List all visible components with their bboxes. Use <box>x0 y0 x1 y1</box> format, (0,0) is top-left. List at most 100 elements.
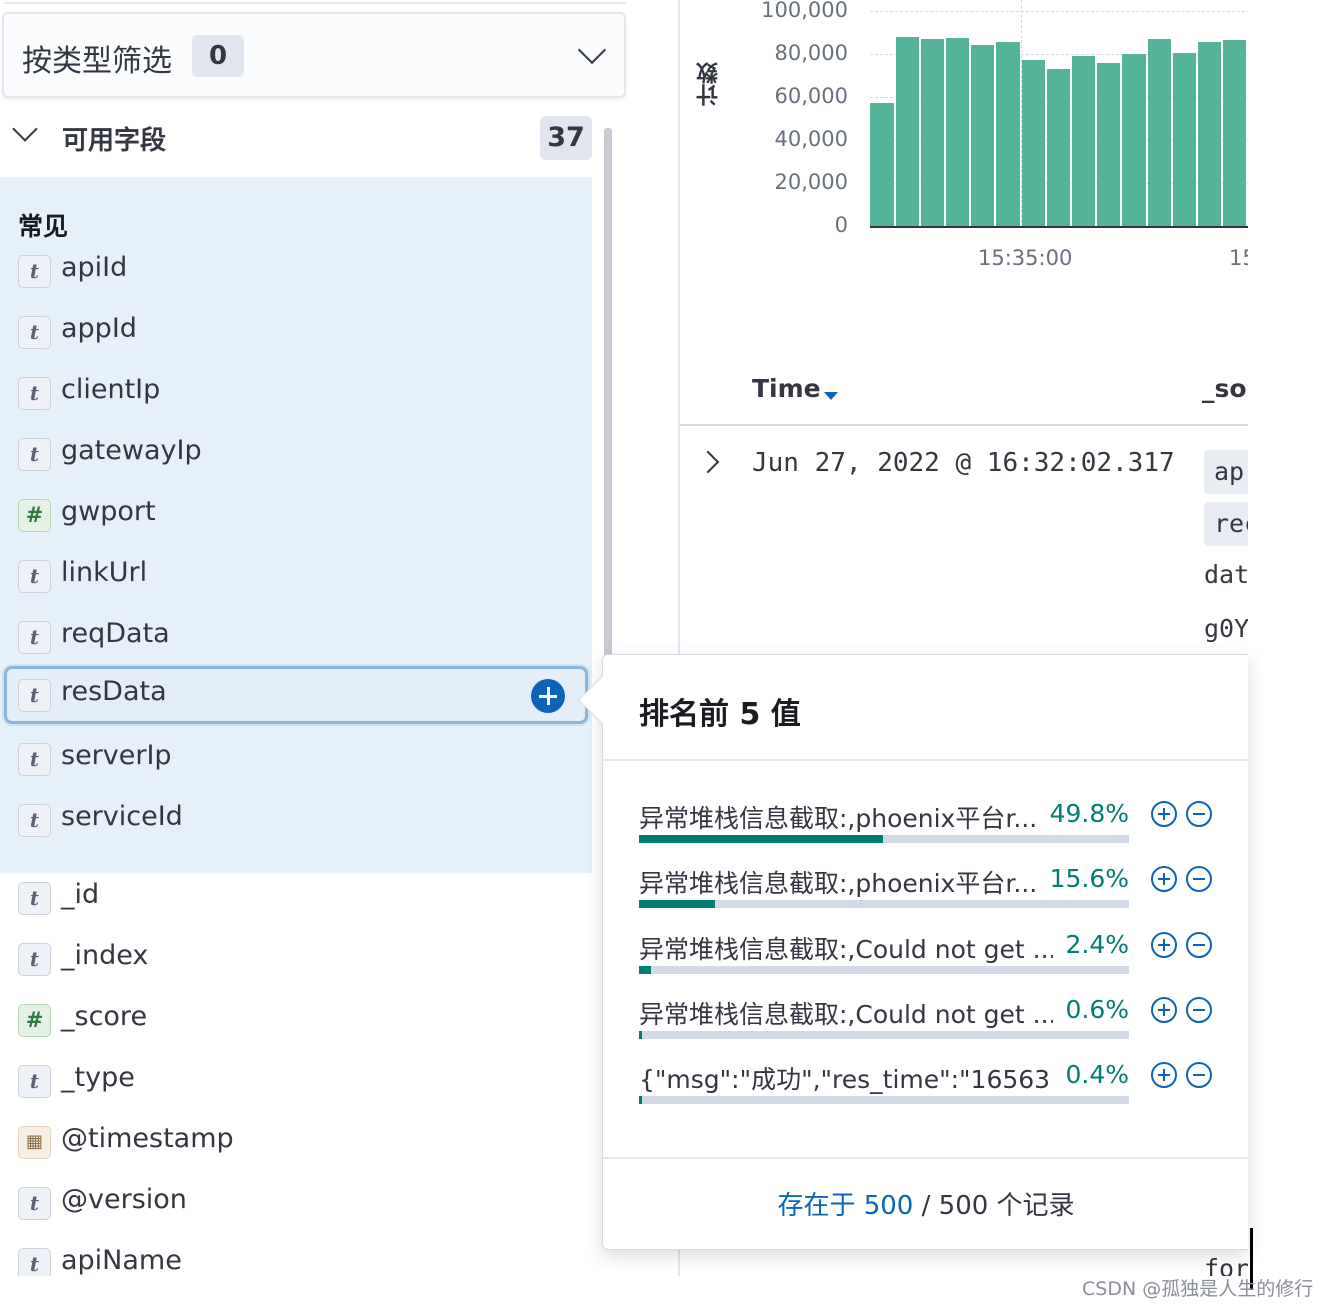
histogram-bar[interactable] <box>1122 54 1146 226</box>
top-value-progress-fill <box>639 900 716 909</box>
histogram-bar[interactable] <box>996 42 1020 226</box>
field-item-resdata[interactable]: t resData <box>4 666 588 724</box>
field-item-apiname[interactable]: t apiName <box>4 1235 588 1276</box>
filter-by-type-dropdown[interactable]: 按类型筛选 0 <box>2 12 626 98</box>
histogram-bar[interactable] <box>895 36 919 226</box>
field-item-timestamp[interactable]: ▦ @timestamp <box>4 1113 588 1171</box>
common-fields-title: 常见 <box>18 212 69 241</box>
top-value-row: 异常堆栈信息截取:,Could not get ... 0.6% <box>639 995 1239 1055</box>
top-value-label: 异常堆栈信息截取:,Could not get ... <box>639 999 1053 1029</box>
filter-out-value-minus-icon[interactable] <box>1186 931 1212 958</box>
y-tick-label: 60,000 <box>774 84 848 108</box>
field-name: _index <box>61 940 149 971</box>
field-name: linkUrl <box>61 557 148 588</box>
y-tick-label: 100,000 <box>761 0 848 22</box>
filter-out-value-minus-icon[interactable] <box>1186 996 1212 1023</box>
number-type-icon: # <box>18 1004 51 1037</box>
exists-in-link[interactable]: 存在于 500 <box>777 1191 913 1221</box>
histogram-bar[interactable] <box>870 103 894 226</box>
filter-for-value-plus-icon[interactable] <box>1151 931 1177 958</box>
filter-for-value-plus-icon[interactable] <box>1151 801 1177 827</box>
top-value-label: 异常堆栈信息截取:,phoenix平台r... <box>639 869 1038 899</box>
field-sidebar: 按类型筛选 0 可用字段 37 常见 t apiId t appId t clientIp… <box>0 0 640 1276</box>
top-value-progress-fill <box>639 1096 642 1105</box>
string-type-icon: t <box>18 560 51 593</box>
top-value-row: {"msg":"成功","res_time":"165631... 0.4% <box>639 1060 1239 1120</box>
field-item-type[interactable]: t _type <box>4 1052 588 1110</box>
field-name: _type <box>61 1062 135 1093</box>
add-column-plus-icon[interactable] <box>531 679 565 713</box>
source-field-text: dat <box>1204 560 1248 589</box>
string-type-icon: t <box>18 943 51 976</box>
histogram-bar[interactable] <box>946 37 970 226</box>
histogram-bar[interactable] <box>920 38 944 226</box>
string-type-icon: t <box>18 1248 51 1276</box>
source-field-text: g0Y <box>1204 614 1248 643</box>
field-item-gatewayip[interactable]: t gatewayIp <box>4 425 588 483</box>
filter-out-value-minus-icon[interactable] <box>1186 1062 1212 1089</box>
filter-out-value-minus-icon[interactable] <box>1186 866 1212 893</box>
top-value-progress-bar <box>639 1030 1129 1039</box>
string-type-icon: t <box>18 882 51 915</box>
gridline <box>870 11 1248 12</box>
histogram-bar[interactable] <box>1172 52 1196 226</box>
y-tick-label: 80,000 <box>774 41 848 65</box>
field-item-score[interactable]: # _score <box>4 991 588 1049</box>
field-item-appid[interactable]: t appId <box>4 303 588 361</box>
string-type-icon: t <box>18 1065 51 1098</box>
field-item-index[interactable]: t _index <box>4 930 588 988</box>
histogram-bar[interactable] <box>1097 62 1121 226</box>
field-item-clientip[interactable]: t clientIp <box>4 364 588 422</box>
field-name: appId <box>61 313 137 344</box>
top-value-label: 异常堆栈信息截取:,Could not get ... <box>639 934 1053 964</box>
histogram-bar[interactable] <box>1046 69 1070 226</box>
y-tick-label: 20,000 <box>774 170 848 194</box>
histogram-bar[interactable] <box>1072 56 1096 226</box>
field-name: apiId <box>61 252 128 283</box>
field-name: serviceId <box>61 801 183 832</box>
document-row-time: Jun 27, 2022 @ 16:32:02.317 <box>752 448 1175 478</box>
histogram-bar[interactable] <box>1198 42 1222 226</box>
field-name: gwport <box>61 496 156 527</box>
field-item-apiid[interactable]: t apiId <box>4 242 588 300</box>
top-value-row: 异常堆栈信息截取:,phoenix平台r... 49.8% <box>639 799 1239 859</box>
sort-desc-icon[interactable] <box>824 392 838 400</box>
histogram-bar[interactable] <box>1021 60 1045 226</box>
chevron-down-icon[interactable] <box>12 116 38 142</box>
field-item-serverip[interactable]: t serverIp <box>4 730 588 788</box>
string-type-icon: t <box>18 255 51 288</box>
filter-for-value-plus-icon[interactable] <box>1151 1062 1177 1089</box>
string-type-icon: t <box>18 1187 51 1220</box>
available-fields-count: 37 <box>540 116 592 160</box>
chevron-right-icon[interactable] <box>696 450 720 474</box>
histogram-bar[interactable] <box>1223 40 1247 226</box>
field-item-serviceid[interactable]: t serviceId <box>4 791 588 849</box>
field-name: apiName <box>61 1245 182 1276</box>
filter-by-type-label: 按类型筛选 <box>22 44 172 79</box>
popover-divider <box>603 759 1249 761</box>
popover-footer: 存在于 500 / 500 个记录 <box>603 1185 1249 1222</box>
sidebar-scrollbar[interactable] <box>604 128 612 668</box>
field-item-id[interactable]: t _id <box>4 869 588 927</box>
string-type-icon: t <box>18 316 51 349</box>
available-fields-header[interactable]: 可用字段 37 <box>0 110 600 166</box>
column-header-time[interactable]: Time <box>752 374 821 403</box>
filter-out-value-minus-icon[interactable] <box>1186 801 1212 827</box>
histogram-bar[interactable] <box>971 45 995 226</box>
top-value-progress-bar <box>639 900 1129 909</box>
field-item-gwport[interactable]: # gwport <box>4 486 588 544</box>
field-name: clientIp <box>61 374 161 405</box>
field-item-linkurl[interactable]: t linkUrl <box>4 547 588 605</box>
filter-for-value-plus-icon[interactable] <box>1151 996 1177 1023</box>
field-details-popover: 排名前 5 值 异常堆栈信息截取:,phoenix平台r... 49.8% 异常堆栈… <box>577 654 1249 1250</box>
x-tick-label: 15 <box>1229 246 1248 270</box>
field-item-version[interactable]: t @version <box>4 1174 588 1232</box>
records-total-text: / 500 个记录 <box>913 1191 1075 1221</box>
filter-for-value-plus-icon[interactable] <box>1151 866 1177 893</box>
histogram-bar[interactable] <box>1147 38 1171 226</box>
top-value-percent: 2.4% <box>1065 929 1129 959</box>
column-header-source[interactable]: _so <box>1202 374 1247 403</box>
top-value-row: 异常堆栈信息截取:,phoenix平台r... 15.6% <box>639 864 1239 924</box>
field-item-reqdata[interactable]: t reqData <box>4 608 588 666</box>
chevron-down-icon[interactable] <box>577 35 607 65</box>
